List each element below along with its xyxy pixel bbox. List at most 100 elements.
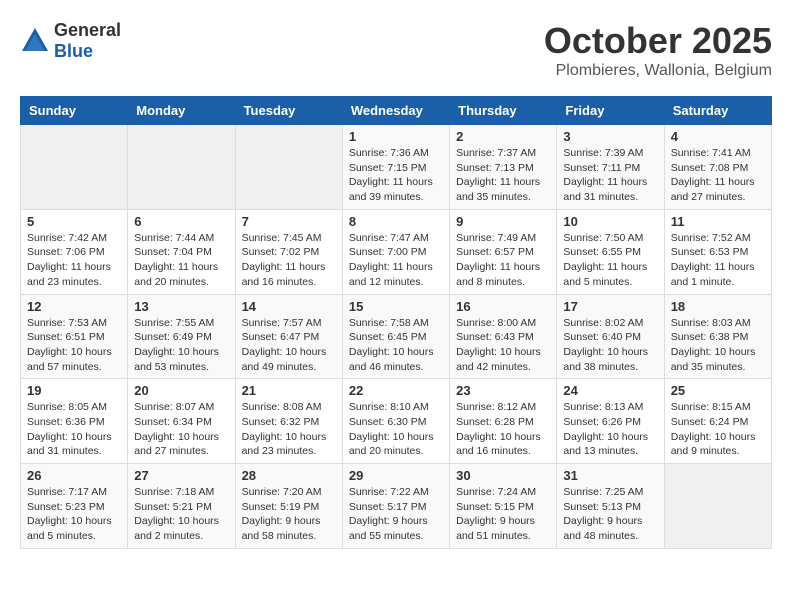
day-number: 14 [242, 299, 336, 314]
day-info: Sunrise: 8:12 AMSunset: 6:28 PMDaylight:… [456, 400, 550, 459]
day-info: Sunrise: 7:22 AMSunset: 5:17 PMDaylight:… [349, 485, 443, 544]
calendar-week-2: 5 Sunrise: 7:42 AMSunset: 7:06 PMDaylight… [21, 209, 772, 294]
day-info: Sunrise: 7:55 AMSunset: 6:49 PMDaylight:… [134, 316, 228, 375]
logo-icon [20, 26, 50, 56]
calendar-cell: 31 Sunrise: 7:25 AMSunset: 5:13 PMDayligh… [557, 464, 664, 549]
calendar-cell: 22 Sunrise: 8:10 AMSunset: 6:30 PMDayligh… [342, 379, 449, 464]
day-number: 7 [242, 214, 336, 229]
day-info: Sunrise: 8:07 AMSunset: 6:34 PMDaylight:… [134, 400, 228, 459]
logo: General Blue [20, 20, 121, 62]
day-info: Sunrise: 7:39 AMSunset: 7:11 PMDaylight:… [563, 146, 657, 205]
calendar-header: SundayMondayTuesdayWednesdayThursdayFrid… [21, 97, 772, 125]
calendar-cell: 2 Sunrise: 7:37 AMSunset: 7:13 PMDaylight… [450, 125, 557, 210]
day-info: Sunrise: 7:49 AMSunset: 6:57 PMDaylight:… [456, 231, 550, 290]
calendar-cell: 4 Sunrise: 7:41 AMSunset: 7:08 PMDaylight… [664, 125, 771, 210]
calendar-cell: 10 Sunrise: 7:50 AMSunset: 6:55 PMDayligh… [557, 209, 664, 294]
day-number: 24 [563, 383, 657, 398]
day-number: 18 [671, 299, 765, 314]
day-number: 28 [242, 468, 336, 483]
day-info: Sunrise: 7:17 AMSunset: 5:23 PMDaylight:… [27, 485, 121, 544]
calendar-cell: 8 Sunrise: 7:47 AMSunset: 7:00 PMDaylight… [342, 209, 449, 294]
calendar-cell: 23 Sunrise: 8:12 AMSunset: 6:28 PMDayligh… [450, 379, 557, 464]
weekday-header-tuesday: Tuesday [235, 97, 342, 125]
day-info: Sunrise: 7:24 AMSunset: 5:15 PMDaylight:… [456, 485, 550, 544]
calendar-week-3: 12Sunrise: 7:53 AMSunset: 6:51 PMDayligh… [21, 294, 772, 379]
calendar-cell: 27 Sunrise: 7:18 AMSunset: 5:21 PMDayligh… [128, 464, 235, 549]
calendar-cell: 14 Sunrise: 7:57 AMSunset: 6:47 PMDayligh… [235, 294, 342, 379]
day-number: 11 [671, 214, 765, 229]
day-info: Sunrise: 7:37 AMSunset: 7:13 PMDaylight:… [456, 146, 550, 205]
day-info: Sunrise: 7:44 AMSunset: 7:04 PMDaylight:… [134, 231, 228, 290]
weekday-header-wednesday: Wednesday [342, 97, 449, 125]
day-info: Sunrise: 7:42 AMSunset: 7:06 PMDaylight:… [27, 231, 121, 290]
day-number: 21 [242, 383, 336, 398]
day-info: Sunrise: 7:58 AMSunset: 6:45 PMDaylight:… [349, 316, 443, 375]
day-number: 3 [563, 129, 657, 144]
day-number: 4 [671, 129, 765, 144]
day-info: Sunrise: 7:57 AMSunset: 6:47 PMDaylight:… [242, 316, 336, 375]
weekday-header-saturday: Saturday [664, 97, 771, 125]
logo-general: General [54, 20, 121, 40]
calendar-cell: 18 Sunrise: 8:03 AMSunset: 6:38 PMDayligh… [664, 294, 771, 379]
calendar-cell: 6Sunrise: 7:44 AMSunset: 7:04 PMDaylight… [128, 209, 235, 294]
calendar-cell: 5 Sunrise: 7:42 AMSunset: 7:06 PMDaylight… [21, 209, 128, 294]
title-area: October 2025 Plombieres, Wallonia, Belgi… [544, 20, 772, 80]
day-number: 31 [563, 468, 657, 483]
day-number: 1 [349, 129, 443, 144]
day-info: Sunrise: 7:41 AMSunset: 7:08 PMDaylight:… [671, 146, 765, 205]
weekday-header-friday: Friday [557, 97, 664, 125]
calendar-cell: 26Sunrise: 7:17 AMSunset: 5:23 PMDayligh… [21, 464, 128, 549]
weekday-row: SundayMondayTuesdayWednesdayThursdayFrid… [21, 97, 772, 125]
day-info: Sunrise: 8:05 AMSunset: 6:36 PMDaylight:… [27, 400, 121, 459]
calendar-body: 1 Sunrise: 7:36 AMSunset: 7:15 PMDaylight… [21, 125, 772, 549]
calendar-cell: 1 Sunrise: 7:36 AMSunset: 7:15 PMDaylight… [342, 125, 449, 210]
day-info: Sunrise: 8:15 AMSunset: 6:24 PMDaylight:… [671, 400, 765, 459]
calendar-cell: 19Sunrise: 8:05 AMSunset: 6:36 PMDayligh… [21, 379, 128, 464]
calendar-cell: 16Sunrise: 8:00 AMSunset: 6:43 PMDayligh… [450, 294, 557, 379]
calendar-cell: 11Sunrise: 7:52 AMSunset: 6:53 PMDayligh… [664, 209, 771, 294]
calendar-cell [21, 125, 128, 210]
day-number: 16 [456, 299, 550, 314]
calendar-cell: 24Sunrise: 8:13 AMSunset: 6:26 PMDayligh… [557, 379, 664, 464]
logo-text: General Blue [54, 20, 121, 62]
day-number: 13 [134, 299, 228, 314]
day-info: Sunrise: 8:03 AMSunset: 6:38 PMDaylight:… [671, 316, 765, 375]
day-info: Sunrise: 7:53 AMSunset: 6:51 PMDaylight:… [27, 316, 121, 375]
calendar-cell: 29Sunrise: 7:22 AMSunset: 5:17 PMDayligh… [342, 464, 449, 549]
calendar-cell: 3 Sunrise: 7:39 AMSunset: 7:11 PMDaylight… [557, 125, 664, 210]
logo-blue: Blue [54, 41, 93, 61]
day-number: 8 [349, 214, 443, 229]
page-header: General Blue October 2025 Plombieres, Wa… [20, 20, 772, 80]
day-number: 30 [456, 468, 550, 483]
calendar-cell [235, 125, 342, 210]
day-number: 5 [27, 214, 121, 229]
day-number: 27 [134, 468, 228, 483]
day-info: Sunrise: 7:47 AMSunset: 7:00 PMDaylight:… [349, 231, 443, 290]
day-number: 22 [349, 383, 443, 398]
day-info: Sunrise: 7:45 AMSunset: 7:02 PMDaylight:… [242, 231, 336, 290]
day-number: 10 [563, 214, 657, 229]
day-info: Sunrise: 8:10 AMSunset: 6:30 PMDaylight:… [349, 400, 443, 459]
calendar-cell: 13 Sunrise: 7:55 AMSunset: 6:49 PMDayligh… [128, 294, 235, 379]
day-info: Sunrise: 8:02 AMSunset: 6:40 PMDaylight:… [563, 316, 657, 375]
day-info: Sunrise: 7:25 AMSunset: 5:13 PMDaylight:… [563, 485, 657, 544]
calendar-week-1: 1 Sunrise: 7:36 AMSunset: 7:15 PMDaylight… [21, 125, 772, 210]
day-info: Sunrise: 7:36 AMSunset: 7:15 PMDaylight:… [349, 146, 443, 205]
calendar-cell: 12Sunrise: 7:53 AMSunset: 6:51 PMDayligh… [21, 294, 128, 379]
day-number: 2 [456, 129, 550, 144]
calendar-cell: 15 Sunrise: 7:58 AMSunset: 6:45 PMDayligh… [342, 294, 449, 379]
day-info: Sunrise: 7:20 AMSunset: 5:19 PMDaylight:… [242, 485, 336, 544]
day-number: 23 [456, 383, 550, 398]
calendar-cell: 28 Sunrise: 7:20 AMSunset: 5:19 PMDayligh… [235, 464, 342, 549]
calendar-cell: 30 Sunrise: 7:24 AMSunset: 5:15 PMDayligh… [450, 464, 557, 549]
calendar-cell: 9Sunrise: 7:49 AMSunset: 6:57 PMDaylight… [450, 209, 557, 294]
day-info: Sunrise: 7:18 AMSunset: 5:21 PMDaylight:… [134, 485, 228, 544]
day-number: 15 [349, 299, 443, 314]
calendar-cell: 21Sunrise: 8:08 AMSunset: 6:32 PMDayligh… [235, 379, 342, 464]
day-number: 25 [671, 383, 765, 398]
weekday-header-thursday: Thursday [450, 97, 557, 125]
weekday-header-monday: Monday [128, 97, 235, 125]
day-info: Sunrise: 7:50 AMSunset: 6:55 PMDaylight:… [563, 231, 657, 290]
calendar-cell: 25 Sunrise: 8:15 AMSunset: 6:24 PMDayligh… [664, 379, 771, 464]
weekday-header-sunday: Sunday [21, 97, 128, 125]
